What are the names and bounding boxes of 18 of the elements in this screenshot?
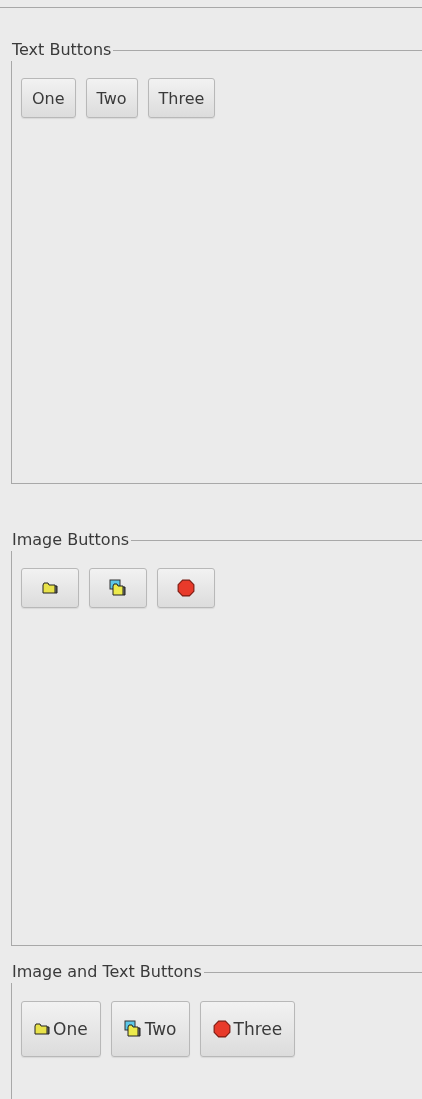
icon-text-button[interactable]: One — [21, 1001, 101, 1057]
icon-button[interactable] — [21, 568, 79, 608]
group-title: Image and Text Buttons — [11, 961, 202, 983]
folder-icon — [34, 1022, 50, 1036]
group-title: Image Buttons — [11, 529, 130, 551]
folder-icon — [42, 581, 58, 595]
group-title: Text Buttons — [11, 39, 112, 61]
folders-icon — [109, 579, 127, 597]
folders-icon — [123, 1020, 142, 1038]
stop-icon — [177, 579, 195, 597]
text-button[interactable]: Two — [85, 78, 138, 118]
icon-button[interactable] — [157, 568, 215, 608]
text-button[interactable]: Three — [147, 78, 216, 118]
icon-text-button[interactable]: Two — [110, 1001, 190, 1057]
stop-icon — [212, 1020, 231, 1038]
text-button[interactable]: One — [21, 78, 76, 118]
icon-text-button[interactable]: Three — [199, 1001, 296, 1057]
icon-button[interactable] — [89, 568, 147, 608]
